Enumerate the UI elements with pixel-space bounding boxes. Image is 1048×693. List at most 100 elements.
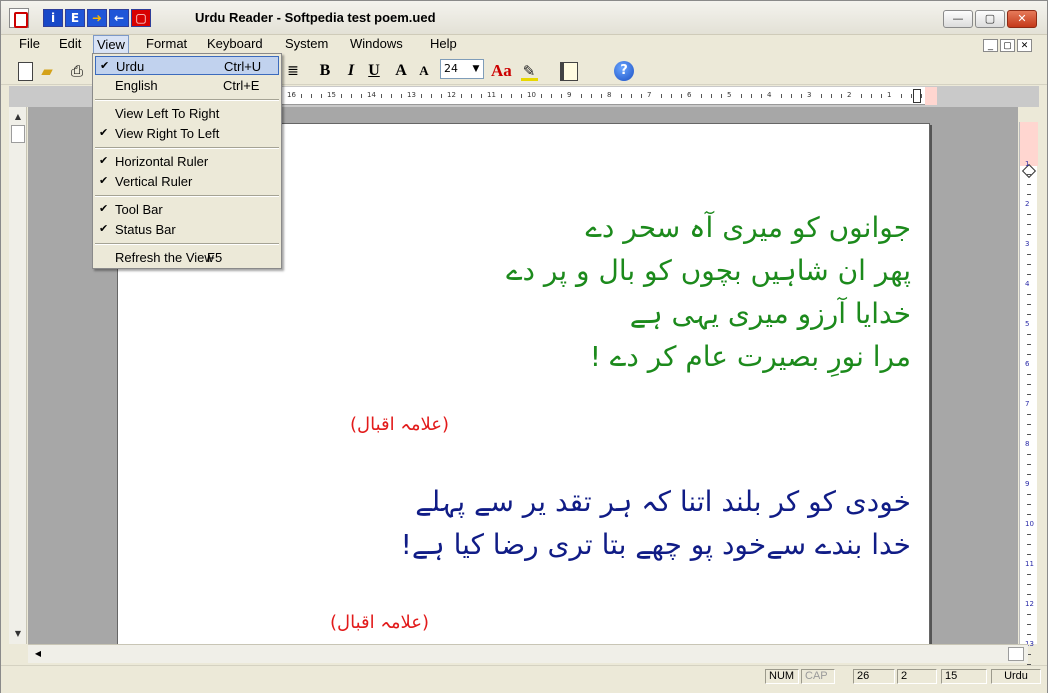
view-menu-item-status-bar[interactable]: ✔ Status Bar [95, 220, 279, 239]
checkmark-icon: ✔ [100, 60, 110, 72]
bold-button[interactable]: B [315, 61, 335, 81]
vertical-ruler-number: 10 [1025, 520, 1034, 528]
menu-system[interactable]: System [282, 35, 331, 54]
minimize-button[interactable]: — [943, 10, 973, 28]
italic-button[interactable]: I [341, 61, 361, 81]
app-icon[interactable] [9, 8, 29, 28]
scroll-corner-thumb[interactable] [1008, 647, 1024, 661]
ruler-tick [391, 94, 392, 98]
horizontal-scrollbar[interactable]: ◀ [28, 644, 1028, 663]
vertical-ruler-tick [1027, 574, 1031, 575]
back-arrow-icon[interactable]: ← [109, 9, 129, 27]
checkmark-icon: ✔ [99, 223, 109, 235]
ruler-tick [341, 94, 342, 98]
menu-file[interactable]: File [16, 35, 43, 54]
menu-format[interactable]: Format [143, 35, 190, 54]
view-menu-item-tool-bar[interactable]: ✔ Tool Bar [95, 200, 279, 219]
close-button[interactable]: ✕ [1007, 10, 1037, 28]
menu-edit[interactable]: Edit [56, 35, 84, 54]
view-menu-item-right-to-left[interactable]: ✔ View Right To Left [95, 124, 279, 143]
ruler-tick [701, 94, 702, 98]
menu-help[interactable]: Help [427, 35, 460, 54]
ruler-tick [561, 94, 562, 98]
maximize-button[interactable]: ▢ [975, 10, 1005, 28]
highlight-pen-icon[interactable]: ✎ [519, 61, 539, 81]
ruler-tick [831, 94, 832, 98]
scroll-thumb[interactable] [11, 125, 25, 143]
ruler-tick [431, 94, 432, 98]
view-menu-item-refresh[interactable]: Refresh the View F5 [95, 248, 279, 267]
ruler-tick [381, 94, 382, 98]
checkmark-icon: ✔ [99, 175, 109, 187]
font-size-select[interactable]: 24 ▼ [440, 59, 484, 79]
font-color-button[interactable]: Aa [491, 61, 512, 81]
panel-toggle-icon[interactable] [557, 61, 578, 81]
print-icon[interactable]: ⎙ [67, 61, 87, 81]
menu-keyboard[interactable]: Keyboard [204, 35, 266, 54]
vertical-ruler-tick [1027, 264, 1031, 265]
vertical-ruler-tick [1027, 214, 1031, 215]
ruler-tick [541, 94, 542, 98]
mdi-restore-button[interactable]: ▢ [1000, 39, 1015, 52]
scroll-left-icon[interactable]: ◀ [30, 646, 46, 662]
align-right-icon[interactable]: ≣ [283, 61, 303, 81]
view-menu-item-vertical-ruler[interactable]: ✔ Vertical Ruler [95, 172, 279, 191]
ruler-number: 4 [767, 91, 772, 99]
view-menu-item-english[interactable]: English Ctrl+E [95, 76, 279, 95]
mdi-close-button[interactable]: ✕ [1017, 39, 1032, 52]
vertical-ruler-tick [1027, 384, 1031, 385]
poem-line: جوانوں کو میری آہ سحر دے [585, 211, 911, 244]
vertical-ruler-number: 5 [1025, 320, 1030, 328]
chevron-down-icon[interactable]: ▼ [469, 60, 483, 78]
vertical-ruler-tick [1027, 634, 1031, 635]
ruler-tick [361, 94, 362, 98]
menu-separator [95, 99, 279, 101]
attribution-2: (علامہ اقبال) [330, 612, 430, 633]
menu-windows[interactable]: Windows [347, 35, 406, 54]
help-icon[interactable]: ? [614, 61, 634, 81]
shrink-font-button[interactable]: A [414, 61, 434, 81]
status-position: 15 [941, 669, 987, 684]
scroll-up-icon[interactable]: ▲ [10, 109, 26, 125]
vertical-ruler-tick [1027, 424, 1031, 425]
ruler-indent-marker[interactable] [913, 89, 921, 103]
view-menu-item-horizontal-ruler[interactable]: ✔ Horizontal Ruler [95, 152, 279, 171]
english-mode-icon[interactable]: E [65, 9, 85, 27]
menu-view[interactable]: View [93, 35, 129, 54]
vertical-scrollbar[interactable]: ▲ ▼ [9, 107, 27, 644]
view-menu-item-urdu[interactable]: ✔ Urdu Ctrl+U [95, 56, 279, 75]
underline-button[interactable]: U [364, 61, 384, 81]
ruler-tick [511, 94, 512, 98]
window-title: Urdu Reader - Softpedia test poem.ued [195, 10, 436, 25]
vertical-ruler-tick [1027, 594, 1031, 595]
forward-arrow-icon[interactable]: ➜ [87, 9, 107, 27]
title-bar: i E ➜ ← ▢ Urdu Reader - Softpedia test p… [1, 1, 1047, 35]
ruler-number: 16 [287, 91, 296, 99]
ruler-tick [501, 94, 502, 98]
vertical-ruler-tick [1027, 254, 1031, 255]
ruler-number: 9 [567, 91, 572, 99]
ruler-tick [421, 94, 422, 98]
app-window: i E ➜ ← ▢ Urdu Reader - Softpedia test p… [0, 0, 1048, 693]
vertical-ruler: 1 2 3 4 5 6 7 8 9 10 11 12 13 [1019, 122, 1038, 675]
open-folder-icon[interactable]: ▰ [37, 61, 57, 81]
attribution-1: (علامہ اقبال) [350, 414, 450, 435]
info-icon[interactable]: i [43, 9, 63, 27]
grow-font-button[interactable]: A [391, 61, 411, 81]
vertical-ruler-number: 9 [1025, 480, 1030, 488]
menu-item-label: Status Bar [115, 222, 176, 237]
vertical-ruler-tick [1027, 194, 1031, 195]
ruler-margin [925, 87, 937, 105]
ruler-tick [441, 94, 442, 98]
vertical-ruler-tick [1027, 354, 1031, 355]
scroll-down-icon[interactable]: ▼ [10, 626, 26, 642]
ruler-number: 10 [527, 91, 536, 99]
menu-bar: File Edit View Format Keyboard System Wi… [1, 35, 1047, 55]
ruler-tick [801, 94, 802, 98]
stop-icon[interactable]: ▢ [131, 9, 151, 27]
ruler-tick [591, 94, 592, 98]
mdi-minimize-button[interactable]: _ [983, 39, 998, 52]
vertical-ruler-number: 4 [1025, 280, 1030, 288]
view-menu-item-left-to-right[interactable]: View Left To Right [95, 104, 279, 123]
new-document-icon[interactable] [15, 61, 35, 81]
